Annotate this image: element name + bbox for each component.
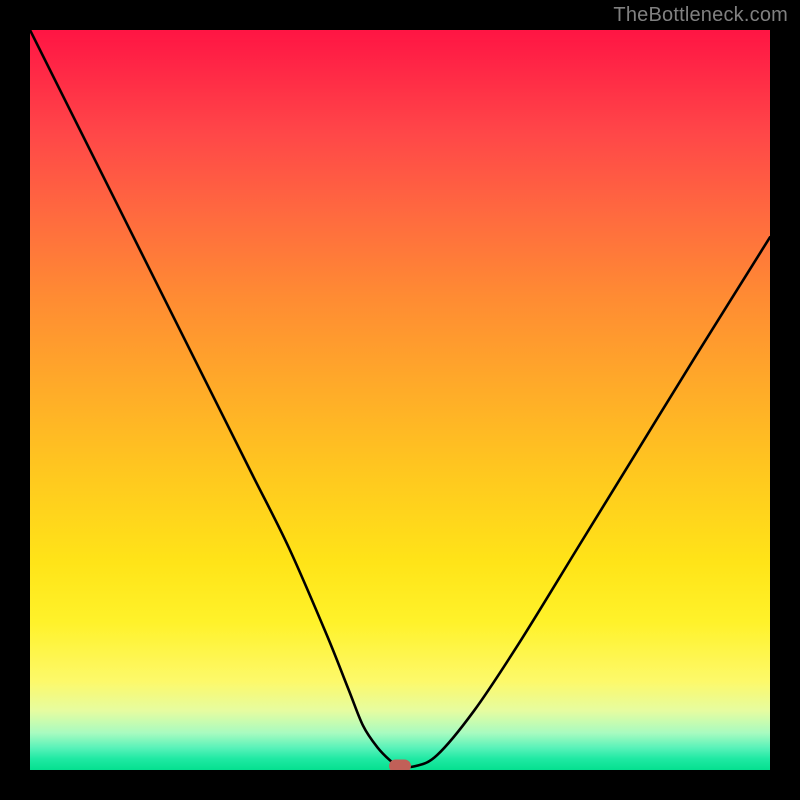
watermark-text: TheBottleneck.com [613,4,788,27]
curve-path [30,30,770,767]
optimal-marker [389,760,411,770]
plot-area [30,30,770,770]
chart-frame: TheBottleneck.com [0,0,800,800]
bottleneck-curve [30,30,770,770]
